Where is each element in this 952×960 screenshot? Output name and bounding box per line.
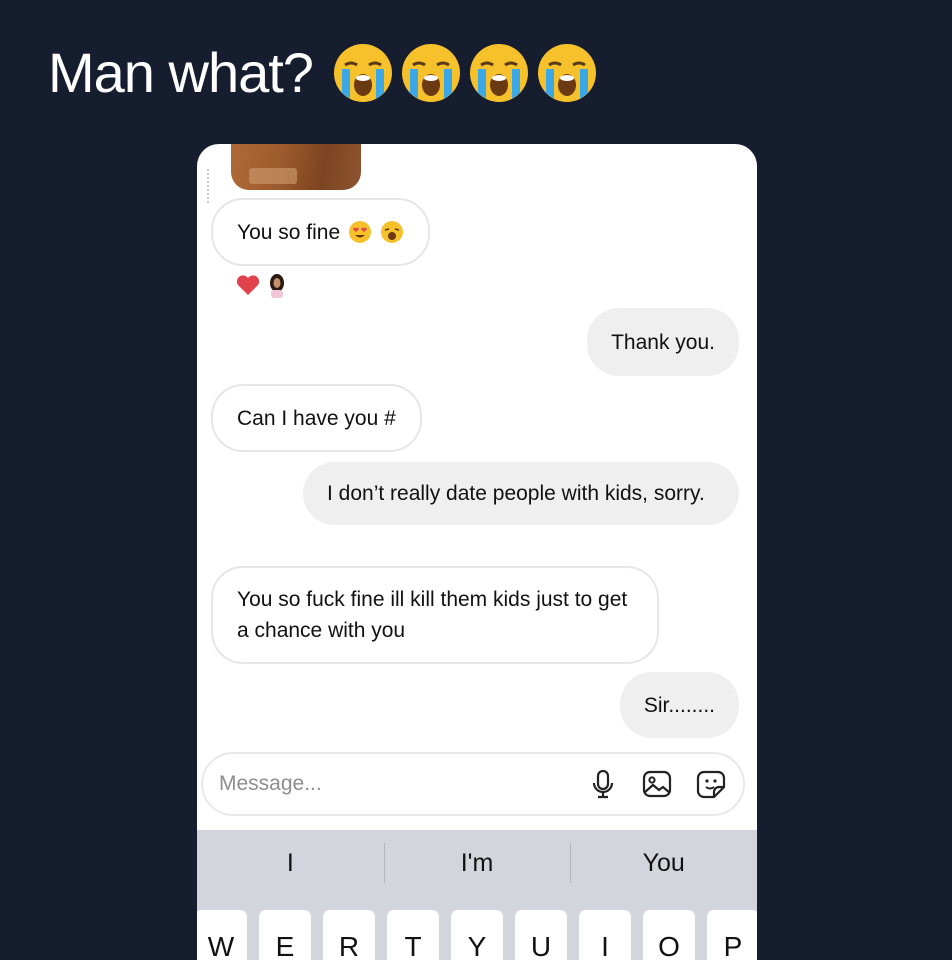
- key-r[interactable]: R: [323, 910, 375, 960]
- key-e[interactable]: E: [259, 910, 311, 960]
- message-composer: [201, 752, 745, 816]
- key-u[interactable]: U: [515, 910, 567, 960]
- key-y[interactable]: Y: [451, 910, 503, 960]
- outgoing-message[interactable]: Thank you.: [587, 308, 739, 376]
- message-text: Thank you.: [611, 330, 715, 354]
- phone-screenshot: You so fine Thank you. Can I have you #: [197, 144, 757, 960]
- message-text: Sir........: [643, 693, 715, 717]
- message-reactions[interactable]: [235, 272, 287, 298]
- weary-face-icon: [381, 221, 404, 243]
- avatar: [267, 272, 287, 298]
- shared-photo[interactable]: [231, 144, 361, 190]
- outgoing-message[interactable]: Sir........: [619, 672, 739, 738]
- outgoing-message[interactable]: I don’t really date people with kids, so…: [303, 462, 739, 525]
- heart-eyes-face-icon: [349, 221, 372, 243]
- caption: Man what?: [48, 40, 599, 105]
- composer-actions: [587, 768, 727, 800]
- key-p[interactable]: P: [707, 910, 757, 960]
- message-text: You so fine: [237, 220, 341, 244]
- loudly-crying-face-icon: [537, 43, 596, 102]
- loudly-crying-face-icon: [333, 43, 392, 102]
- caption-emojis: [331, 41, 599, 105]
- heart-icon: [236, 275, 260, 295]
- suggestion[interactable]: I: [197, 843, 384, 883]
- message-text: You so fuck fine ill kill them kids just…: [237, 588, 628, 642]
- incoming-message[interactable]: Can I have you #: [211, 384, 422, 452]
- predictive-bar: I I'm You: [197, 830, 757, 896]
- key-t[interactable]: T: [387, 910, 439, 960]
- scroll-indicator: [207, 168, 209, 204]
- gallery-icon[interactable]: [641, 768, 673, 800]
- keyboard: I I'm You W E R T Y U I O P: [197, 830, 757, 960]
- loudly-crying-face-icon: [469, 43, 528, 102]
- message-text: Can I have you #: [237, 406, 396, 430]
- message-input[interactable]: [217, 771, 561, 797]
- incoming-message[interactable]: You so fine: [211, 198, 431, 266]
- key-o[interactable]: O: [643, 910, 695, 960]
- caption-text: Man what?: [48, 41, 314, 104]
- message-text: I don’t really date people with kids, so…: [327, 482, 705, 505]
- sticker-icon[interactable]: [695, 768, 727, 800]
- key-row: W E R T Y U I O P: [197, 910, 757, 960]
- incoming-message[interactable]: You so fuck fine ill kill them kids just…: [211, 566, 659, 664]
- suggestion[interactable]: You: [570, 843, 757, 883]
- microphone-icon[interactable]: [587, 768, 619, 800]
- loudly-crying-face-icon: [401, 43, 460, 102]
- key-i[interactable]: I: [579, 910, 631, 960]
- key-w[interactable]: W: [197, 910, 247, 960]
- suggestion[interactable]: I'm: [383, 843, 571, 883]
